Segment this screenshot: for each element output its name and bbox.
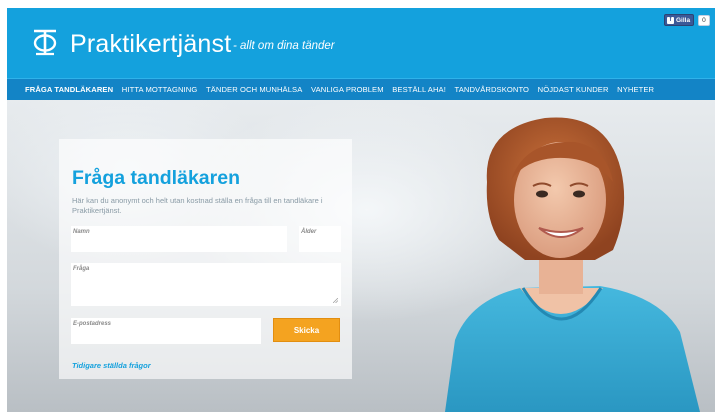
nav-item-hitta-mottagning[interactable]: HITTA MOTTAGNING — [122, 85, 198, 94]
praktikertjanst-logo-icon[interactable] — [30, 27, 60, 57]
nav-item-fraga-tandlakaren[interactable]: FRÅGA TANDLÄKAREN — [25, 85, 113, 94]
nav-item-nojdast-kunder[interactable]: NÖJDAST KUNDER — [538, 85, 609, 94]
facebook-like-label: Gilla — [676, 16, 691, 24]
facebook-like-count: 0 — [698, 14, 710, 26]
facebook-like-widget: f Gilla 0 — [664, 14, 710, 26]
dentist-photo — [445, 117, 700, 412]
form-title: Fråga tandläkaren — [72, 167, 240, 189]
nav-item-vanliga-problem[interactable]: VANLIGA PROBLEM — [311, 85, 384, 94]
facebook-icon: f — [667, 16, 674, 24]
age-label: Ålder — [301, 229, 317, 235]
site-tagline: - allt om dina tänder — [233, 40, 335, 52]
send-button[interactable]: Skicka — [273, 318, 340, 342]
email-label: E-postadress — [73, 321, 112, 327]
site-header: Praktikertjänst - allt om dina tänder f … — [7, 8, 715, 78]
email-input[interactable]: E-postadress — [71, 318, 261, 344]
ask-dentist-form: Fråga tandläkaren Här kan du anonymt och… — [59, 139, 352, 379]
nav-item-tander-och-munhalsa[interactable]: TÄNDER OCH MUNHÄLSA — [206, 85, 302, 94]
previous-questions-link[interactable]: Tidigare ställda frågor — [72, 361, 151, 370]
form-intro: Här kan du anonymt och helt utan kostnad… — [72, 196, 323, 215]
nav-item-nyheter[interactable]: NYHETER — [617, 85, 654, 94]
name-input[interactable]: Namn — [71, 226, 287, 252]
question-textarea[interactable]: Fråga — [71, 263, 341, 306]
facebook-like-button[interactable]: f Gilla — [664, 14, 695, 26]
nav-item-bestall-aha[interactable]: BESTÄLL AHA! — [392, 85, 446, 94]
page: Praktikertjänst - allt om dina tänder f … — [7, 8, 715, 412]
hero-section: Fråga tandläkaren Här kan du anonymt och… — [7, 100, 715, 412]
resize-handle-icon[interactable] — [333, 298, 338, 303]
question-label: Fråga — [73, 266, 90, 272]
main-nav: FRÅGA TANDLÄKAREN HITTA MOTTAGNING TÄNDE… — [7, 78, 715, 100]
name-label: Namn — [73, 229, 90, 235]
nav-item-tandvardskonto[interactable]: TANDVÅRDSKONTO — [455, 85, 530, 94]
site-brand[interactable]: Praktikertjänst — [70, 30, 231, 59]
age-input[interactable]: Ålder — [299, 226, 341, 252]
